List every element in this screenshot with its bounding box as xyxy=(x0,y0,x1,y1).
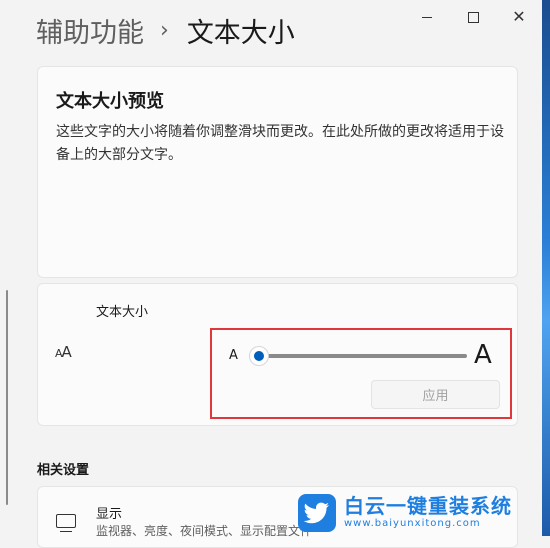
display-title: 显示 xyxy=(96,507,123,522)
page-title: 文本大小 xyxy=(186,17,295,49)
breadcrumb-parent-accessibility[interactable]: 辅助功能 xyxy=(36,11,144,50)
text-size-preview-card: 文本大小预览 这些文字的大小将随着你调整滑块而更改。在此处所做的更改将适用于设备… xyxy=(37,66,518,278)
watermark-text: 白云一键重装系统 www.baiyunxitong.com xyxy=(344,495,512,531)
minimize-icon xyxy=(422,16,432,18)
minimize-button[interactable] xyxy=(404,0,450,34)
close-button[interactable]: ✕ xyxy=(496,0,542,34)
preview-description: 这些文字的大小将随着你调整滑块而更改。在此处所做的更改将适用于设备上的大部分文字… xyxy=(56,124,504,163)
settings-window: ✕ 辅助功能 › 文本大小 文本大小预览 这些文字的大小将随着你调整滑块而更改。… xyxy=(0,0,542,548)
watermark-url: www.baiyunxitong.com xyxy=(344,518,481,529)
watermark-title: 白云一键重装系统 xyxy=(344,494,512,518)
scrollbar[interactable] xyxy=(6,290,8,505)
maximize-button[interactable] xyxy=(450,0,496,34)
related-settings-title: 相关设置 xyxy=(37,463,90,478)
bird-icon xyxy=(298,494,336,532)
maximize-icon xyxy=(467,11,479,23)
annotation-highlight-box xyxy=(210,328,512,419)
chevron-right-icon: › xyxy=(160,17,169,43)
breadcrumb: 辅助功能 › 文本大小 xyxy=(36,10,295,50)
watermark-logo: 白云一键重装系统 www.baiyunxitong.com xyxy=(298,490,542,536)
text-size-label: 文本大小 xyxy=(96,305,149,320)
desktop-wallpaper-edge xyxy=(542,0,550,536)
preview-title: 文本大小预览 xyxy=(56,91,164,112)
titlebar-controls: ✕ xyxy=(404,0,542,34)
monitor-icon xyxy=(56,514,76,532)
close-icon: ✕ xyxy=(512,7,526,26)
text-size-icon: AA xyxy=(55,343,72,361)
